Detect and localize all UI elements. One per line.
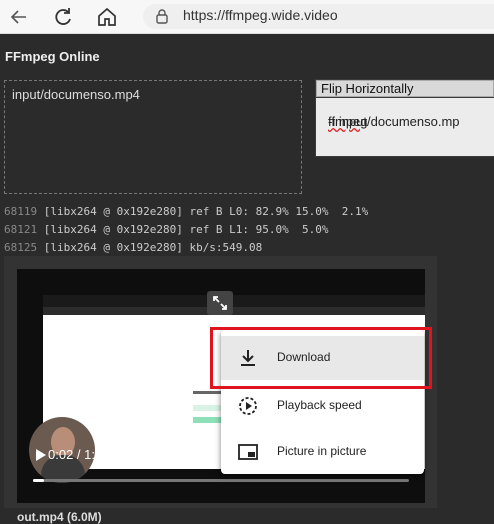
popout-icon: [213, 296, 227, 310]
menu-item-picture-in-picture[interactable]: Picture in picture: [221, 430, 424, 474]
home-button[interactable]: [95, 5, 119, 29]
command-title: Flip Horizontally: [321, 81, 414, 96]
highlight-box: [210, 327, 432, 389]
back-arrow-icon: [10, 10, 26, 24]
app-title: FFmpeg Online: [5, 49, 100, 64]
picture-in-picture-icon: [238, 444, 258, 460]
home-icon: [98, 7, 116, 26]
playback-speed-label: Playback speed: [277, 398, 362, 412]
command-select[interactable]: Flip Horizontally: [316, 80, 494, 97]
time-display: 0:02 / 1:13: [48, 447, 110, 462]
progress-bar[interactable]: [33, 479, 409, 482]
url-text[interactable]: https://ffmpeg.wide.video: [183, 7, 338, 23]
log-line: 68119 [libx264 @ 0x192e280] ref B L0: 82…: [4, 205, 369, 218]
lock-icon: [156, 9, 168, 24]
log-line: 68125 [libx264 @ 0x192e280] kb/s:549.08: [4, 241, 263, 254]
play-icon[interactable]: [35, 448, 47, 462]
refresh-icon: [55, 8, 71, 25]
popout-button[interactable]: [207, 291, 233, 315]
progress-fill: [33, 479, 45, 482]
log-line: 68121 [libx264 @ 0x192e280] ref B L1: 95…: [4, 223, 329, 236]
picture-in-picture-label: Picture in picture: [277, 444, 367, 458]
playback-speed-icon: [239, 397, 257, 415]
input-file-name: input/documenso.mp4: [12, 87, 140, 102]
menu-item-playback-speed[interactable]: Playback speed: [221, 384, 424, 428]
output-file-label: out.mp4 (6.0M): [17, 510, 102, 524]
command-textarea[interactable]: ffmpeg -i input/documenso.mp: [316, 98, 494, 156]
back-button[interactable]: [7, 5, 31, 29]
input-dropzone[interactable]: input/documenso.mp4: [4, 80, 302, 194]
refresh-button[interactable]: [51, 5, 75, 29]
